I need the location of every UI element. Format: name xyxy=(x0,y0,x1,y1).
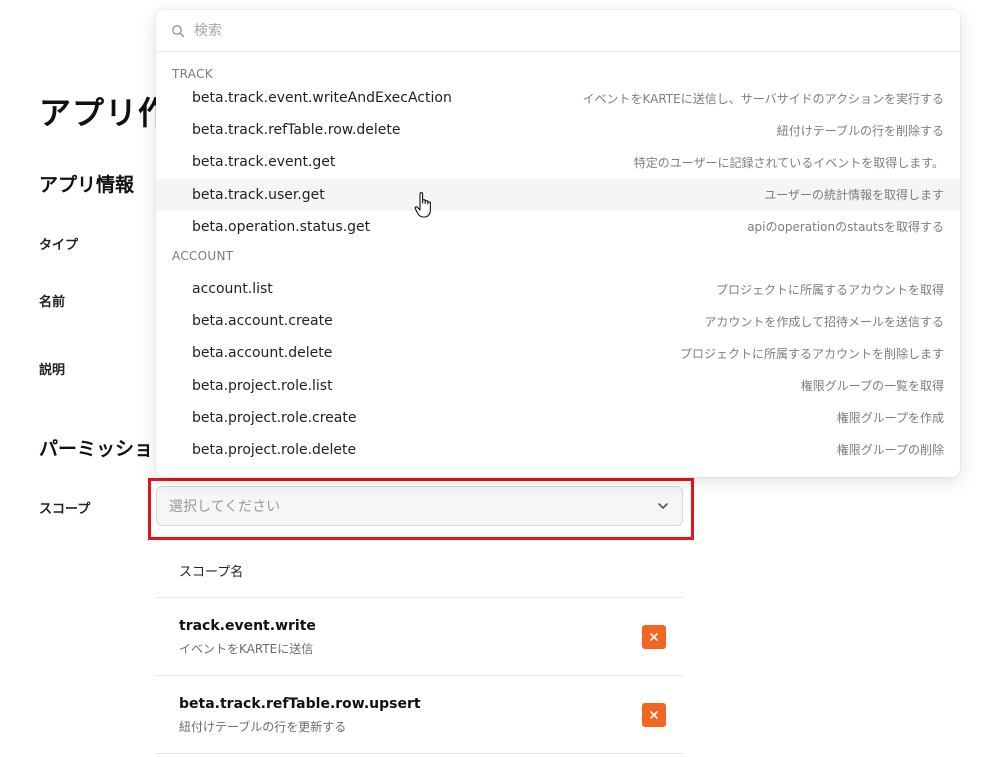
option-name: beta.project.role.list xyxy=(192,377,333,394)
option-item[interactable]: beta.track.refTable.row.delete 紐付けテーブルの行… xyxy=(156,114,960,146)
scope-table-header-label: スコープ名 xyxy=(179,565,244,580)
section-heading-permissions: パーミッショ xyxy=(39,438,154,460)
option-description: 特定のユーザーに記録されているイベントを取得します。 xyxy=(633,155,944,170)
dropdown-search xyxy=(156,10,960,52)
scope-table-header: スコープ名 xyxy=(156,552,683,598)
option-name: beta.account.create xyxy=(192,313,333,330)
section-heading-app-info: アプリ情報 xyxy=(39,174,135,196)
scope-select-placeholder: 選択してください xyxy=(169,499,281,515)
option-item[interactable]: beta.project.role.list 権限グループの一覧を取得 xyxy=(156,370,960,402)
option-item[interactable]: beta.operation.status.get apiのoperationの… xyxy=(156,211,960,243)
option-name: beta.track.user.get xyxy=(192,186,325,203)
option-name: beta.operation.status.get xyxy=(192,218,371,235)
option-item[interactable]: beta.project.role.delete 権限グループの削除 xyxy=(156,434,960,466)
field-label-description: 説明 xyxy=(39,363,66,378)
close-icon xyxy=(650,711,658,719)
close-icon xyxy=(650,633,658,641)
option-item[interactable]: beta.track.user.get ユーザーの統計情報を取得します xyxy=(156,178,960,211)
option-name: beta.account.delete xyxy=(192,345,333,362)
search-icon xyxy=(172,24,185,37)
field-label-scope: スコープ xyxy=(39,502,91,517)
table-row: track.event.write イベントをKARTEに送信 xyxy=(156,598,683,676)
option-item[interactable]: beta.project.role.create 権限グループを作成 xyxy=(156,402,960,434)
option-name: beta.track.refTable.row.delete xyxy=(192,122,401,139)
option-description: 権限グループの一覧を取得 xyxy=(800,379,944,394)
option-item[interactable]: beta.account.delete プロジェクトに所属するアカウントを削除し… xyxy=(156,337,960,369)
option-description: アカウントを作成して招待メールを送信する xyxy=(704,314,944,329)
option-description: apiのoperationのstautsを取得する xyxy=(747,220,944,235)
group-label-track: TRACK xyxy=(172,67,213,81)
option-item[interactable]: beta.track.event.get 特定のユーザーに記録されているイベント… xyxy=(156,146,960,178)
option-description: イベントをKARTEに送信し、サーバサイドのアクションを実行する xyxy=(582,91,944,106)
option-item[interactable]: beta.account.create アカウントを作成して招待メールを送信する xyxy=(156,305,960,337)
option-description: プロジェクトに所属するアカウントを取得 xyxy=(715,282,944,297)
group-label-account: ACCOUNT xyxy=(172,248,234,263)
scope-row-description: 紐付けテーブルの行を更新する xyxy=(179,720,347,734)
option-item[interactable]: beta.track.event.writeAndExecAction イベント… xyxy=(156,82,960,114)
option-name: beta.track.event.writeAndExecAction xyxy=(192,90,452,107)
remove-scope-button[interactable] xyxy=(642,625,666,649)
option-description: ユーザーの統計情報を取得します xyxy=(764,188,944,203)
option-description: 権限グループを作成 xyxy=(836,411,944,426)
option-description: 権限グループの削除 xyxy=(836,443,944,458)
page-title: アプリ作 xyxy=(39,94,172,132)
scope-dropdown: TRACK beta.track.event.writeAndExecActio… xyxy=(156,10,960,477)
scope-select[interactable]: 選択してください xyxy=(156,486,683,526)
scope-row-description: イベントをKARTEに送信 xyxy=(179,642,314,656)
option-name: account.list xyxy=(192,281,273,298)
option-name: beta.project.role.delete xyxy=(192,441,357,458)
chevron-down-icon xyxy=(658,503,668,509)
option-name: beta.track.event.get xyxy=(192,154,336,171)
option-description: プロジェクトに所属するアカウントを削除します xyxy=(679,346,944,361)
option-description: 紐付けテーブルの行を削除する xyxy=(776,123,944,138)
scope-row-name: beta.track.refTable.row.upsert xyxy=(179,696,421,712)
search-input[interactable] xyxy=(194,22,894,39)
field-label-name: 名前 xyxy=(39,295,66,310)
table-row: beta.track.refTable.row.upsert 紐付けテーブルの行… xyxy=(156,676,683,754)
field-label-type: タイプ xyxy=(39,238,79,253)
option-item[interactable]: account.list プロジェクトに所属するアカウントを取得 xyxy=(156,273,960,305)
option-name: beta.project.role.create xyxy=(192,409,357,426)
remove-scope-button[interactable] xyxy=(642,703,666,727)
scope-row-name: track.event.write xyxy=(179,618,316,634)
